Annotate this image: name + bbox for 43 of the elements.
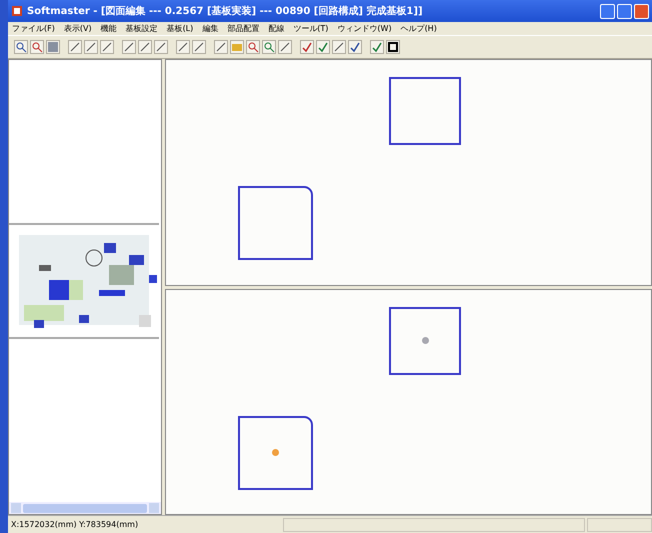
folder-icon: [231, 41, 243, 53]
square-icon: [387, 41, 399, 53]
app-icon: [11, 5, 23, 17]
toolbar-button[interactable]: [386, 40, 400, 54]
status-panel: [587, 518, 652, 532]
line-icon: [177, 41, 189, 53]
line-icon: [69, 41, 81, 53]
toolbar-button[interactable]: [348, 40, 362, 54]
zoom-icon: [247, 41, 259, 53]
menu-item[interactable]: ツール(T): [293, 23, 328, 34]
check-icon: [301, 41, 313, 53]
zoom-icon: [15, 41, 27, 53]
grid-icon: [47, 41, 59, 53]
line-icon: [215, 41, 227, 53]
maximize-button[interactable]: [617, 4, 632, 18]
minimize-button[interactable]: [600, 4, 615, 18]
close-button[interactable]: [634, 4, 649, 18]
menu-item[interactable]: 機能: [100, 23, 117, 34]
menu-item[interactable]: 基板(L): [166, 23, 194, 34]
check-icon: [349, 41, 361, 53]
menu-item[interactable]: ヘルプ(H): [400, 23, 437, 34]
menu-item[interactable]: ファイル(F): [12, 23, 55, 34]
line-icon: [139, 41, 151, 53]
line-icon: [123, 41, 135, 53]
horizontal-scrollbar[interactable]: [9, 502, 161, 514]
line-icon: [155, 41, 167, 53]
pad-outline: [389, 77, 461, 145]
menu-item[interactable]: ウィンドウ(W): [337, 23, 392, 34]
menu-item[interactable]: 表示(V): [64, 23, 92, 34]
line-icon: [193, 41, 205, 53]
window-title: Softmaster - [図面編集 --- 0.2567 [基板実装] --- 00890 [回路構成] 完成基板1]]: [27, 4, 424, 18]
status-text: X:1572032(mm) Y:783594(mm): [10, 520, 140, 529]
check-icon: [317, 41, 329, 53]
check-icon: [371, 41, 383, 53]
zoom-icon: [263, 41, 275, 53]
line-icon: [85, 41, 97, 53]
zoom-icon: [31, 41, 43, 53]
menu-item[interactable]: 配線: [268, 23, 284, 34]
menu-item[interactable]: 基板設定: [126, 23, 158, 34]
toolbar-button[interactable]: [14, 40, 28, 54]
menu-item[interactable]: 部品配置: [227, 23, 260, 34]
line-icon: [101, 41, 113, 53]
menu-item[interactable]: 編集: [202, 23, 218, 34]
